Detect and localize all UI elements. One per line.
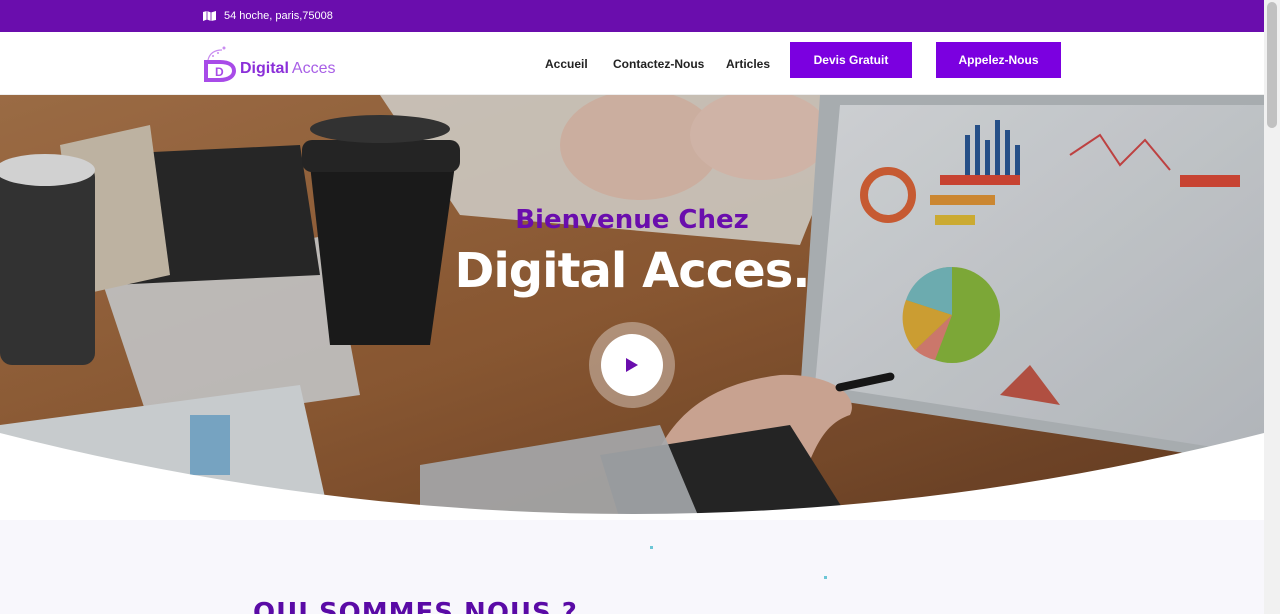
logo[interactable]: D Digital Acces [202, 44, 335, 84]
site-header: D Digital Acces Accueil Contactez-Nous A… [0, 32, 1264, 95]
hero-section: Bienvenue Chez Digital Acces. [0, 95, 1264, 520]
logo-brand-bold: Digital [240, 60, 289, 77]
nav-item-contact[interactable]: Contactez-Nous [613, 32, 704, 95]
play-icon [626, 358, 638, 372]
nav-link-contact[interactable]: Contactez-Nous [613, 57, 704, 71]
section-title: QUI SOMMES NOUS ? [253, 598, 578, 614]
page-scrollbar[interactable] [1264, 0, 1280, 614]
address-block: 54 hoche, paris,75008 [203, 0, 333, 32]
scrollbar-thumb[interactable] [1267, 2, 1277, 128]
svg-text:D: D [215, 65, 224, 79]
hero-subtitle: Bienvenue Chez [515, 205, 749, 235]
play-video-button[interactable] [601, 334, 663, 396]
about-section: QUI SOMMES NOUS ? [0, 520, 1264, 614]
decorative-dot [824, 576, 827, 579]
nav-item-accueil[interactable]: Accueil [545, 32, 588, 95]
address-text: 54 hoche, paris,75008 [224, 10, 333, 22]
nav-link-articles[interactable]: Articles [726, 57, 770, 71]
map-icon [203, 11, 216, 21]
logo-brand-light: Acces [291, 60, 336, 77]
hero-title: Digital Acces. [454, 243, 810, 299]
hero-background-image [0, 95, 1264, 520]
devis-gratuit-button[interactable]: Devis Gratuit [790, 42, 912, 78]
decorative-dot [650, 546, 653, 549]
appelez-nous-button[interactable]: Appelez-Nous [936, 42, 1061, 78]
logo-mark-icon: D [204, 46, 237, 82]
top-info-bar: 54 hoche, paris,75008 [0, 0, 1264, 32]
nav-item-articles[interactable]: Articles [726, 32, 770, 95]
nav-link-accueil[interactable]: Accueil [545, 57, 588, 71]
